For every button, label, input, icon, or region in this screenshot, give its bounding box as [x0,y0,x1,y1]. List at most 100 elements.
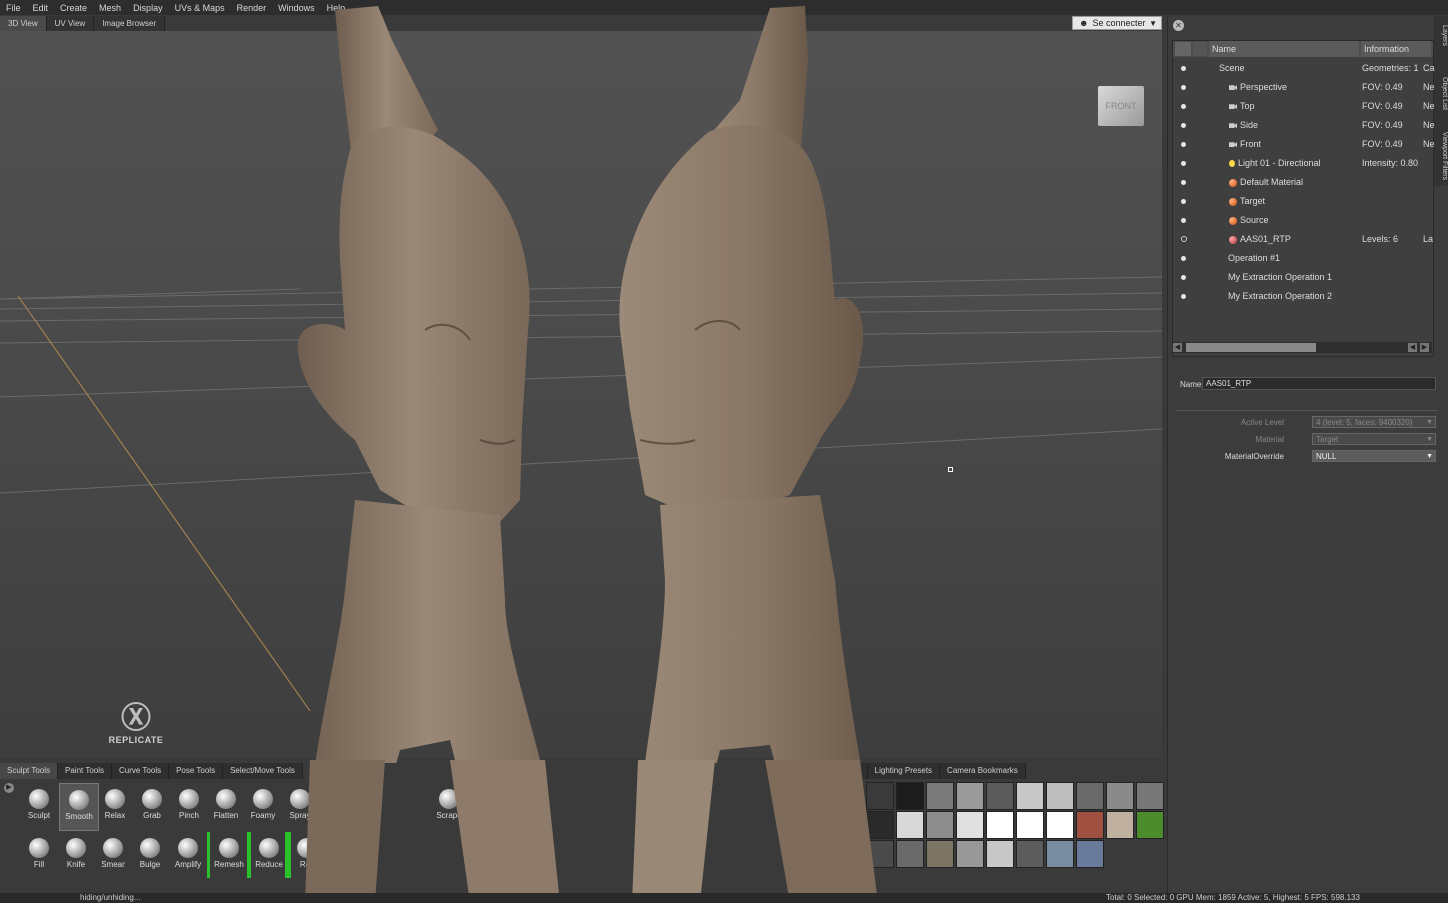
tab-lighting-presets[interactable]: Lighting Presets [867,763,941,779]
column-information[interactable]: Information [1361,41,1431,57]
tool-relax[interactable]: Relax [96,783,134,829]
object-list-scrollbar[interactable]: ◀ ◀ ▶ [1172,342,1432,353]
tool-scrape[interactable]: Scrape [430,783,468,829]
texture-swatch[interactable] [1136,811,1164,839]
visibility-icon[interactable] [1181,179,1186,185]
object-list-row[interactable]: Light 01 - Directional Intensity: 0.80 [1173,154,1431,172]
object-list-row[interactable]: Operation #1 [1173,249,1431,267]
tab-paint-tools[interactable]: Paint Tools [58,763,112,779]
texture-swatch[interactable] [956,782,984,810]
texture-swatch[interactable] [1046,811,1074,839]
texture-swatch[interactable] [1016,782,1044,810]
object-list-row[interactable]: Side FOV: 0.49 Ne [1173,116,1435,134]
texture-swatch[interactable] [956,840,984,868]
tool-spray[interactable]: Spray [281,783,319,829]
object-list-row[interactable]: Perspective FOV: 0.49 Ne [1173,78,1435,96]
texture-swatch[interactable] [1076,782,1104,810]
texture-swatch[interactable] [986,811,1014,839]
tool-foamy[interactable]: Foamy [244,783,282,829]
tab-select-move-tools[interactable]: Select/Move Tools [223,763,303,779]
texture-swatch[interactable] [866,840,894,868]
texture-swatch[interactable] [866,782,894,810]
visibility-icon[interactable] [1181,217,1186,223]
texture-swatch[interactable] [926,840,954,868]
material-select[interactable]: Target ▼ [1312,433,1436,445]
tab-camera-bookmarks[interactable]: Camera Bookmarks [940,763,1026,779]
texture-swatch[interactable] [1106,782,1134,810]
close-icon[interactable]: ✕ [1173,20,1184,31]
tool-refi[interactable]: Refi [285,832,329,878]
texture-swatch[interactable] [1076,811,1104,839]
tab-viewport-filters[interactable]: Viewport Filters [1434,126,1448,186]
tool-knife[interactable]: Knife [57,832,95,878]
texture-swatch[interactable] [1046,782,1074,810]
texture-swatch[interactable] [1016,811,1044,839]
object-list-row[interactable]: Scene Geometries: 1 Ca [1173,59,1435,77]
texture-swatch[interactable] [896,782,924,810]
object-list-row[interactable]: Target [1173,192,1431,210]
column-name[interactable]: Name [1209,41,1359,57]
object-list-row[interactable]: Source [1173,211,1431,229]
visibility-icon[interactable] [1181,274,1186,280]
lock-icon[interactable] [1193,42,1207,56]
texture-swatch[interactable] [986,782,1014,810]
tool-pinch[interactable]: Pinch [170,783,208,829]
object-list-row[interactable]: My Extraction Operation 1 [1173,268,1431,286]
active-level-select[interactable]: 4 (level: 5, faces: 9400320) ▼ [1312,416,1436,428]
name-field[interactable]: AAS01_RTP [1202,377,1436,390]
texture-swatch[interactable] [1016,840,1044,868]
object-list-row[interactable]: Default Material [1173,173,1431,191]
expand-icon[interactable]: ▶ [4,783,14,793]
eye-icon[interactable] [1175,42,1191,56]
visibility-icon[interactable] [1181,65,1186,71]
tool-smear[interactable]: Smear [94,832,132,878]
object-list-row[interactable]: My Extraction Operation 2 [1173,287,1431,305]
tool-smooth[interactable]: Smooth [59,783,99,831]
texture-swatch[interactable] [1106,811,1134,839]
visibility-icon[interactable] [1181,84,1186,90]
tab-layers[interactable]: Layers [1434,20,1448,52]
tab-curve-tools[interactable]: Curve Tools [112,763,170,779]
texture-swatch[interactable] [926,811,954,839]
visibility-icon[interactable] [1181,198,1186,204]
row-name: Operation #1 [1228,253,1280,263]
tool-sculpt[interactable]: Sculpt [20,783,58,829]
texture-swatch[interactable] [1076,840,1104,868]
tab-pose-tools[interactable]: Pose Tools [169,763,224,779]
visibility-icon[interactable] [1181,255,1186,261]
material-override-select[interactable]: NULL ▼ [1312,450,1436,462]
visibility-icon[interactable] [1181,122,1186,128]
object-list-row[interactable]: AAS01_RTP Levels: 6 La [1173,230,1433,248]
texture-swatch[interactable] [866,811,894,839]
row-name: Top [1229,101,1255,111]
visibility-icon[interactable] [1181,236,1187,242]
tool-bulge[interactable]: Bulge [131,832,169,878]
scroll-right-icon[interactable]: ▶ [1420,343,1429,352]
visibility-icon[interactable] [1181,293,1186,299]
texture-swatch[interactable] [956,811,984,839]
object-list-row[interactable]: Front FOV: 0.49 Ne [1173,135,1435,153]
visibility-icon[interactable] [1181,141,1186,147]
tool-fill[interactable]: Fill [20,832,58,878]
tab-ets[interactable]: ets [842,763,868,779]
texture-swatch[interactable] [896,840,924,868]
tool-remesh[interactable]: Remesh [207,832,251,878]
texture-swatch[interactable] [1136,782,1164,810]
tool-flatten[interactable]: Flatten [207,783,245,829]
tab-object-list[interactable]: Object List [1434,64,1448,124]
tool-amplify[interactable]: Amplify [169,832,207,878]
grab-icon [142,789,162,809]
scroll-left-icon-2[interactable]: ◀ [1408,343,1417,352]
texture-swatch[interactable] [896,811,924,839]
scroll-thumb[interactable] [1186,343,1316,352]
texture-swatch[interactable] [926,782,954,810]
visibility-icon[interactable] [1181,160,1186,166]
tool-grab[interactable]: Grab [133,783,171,829]
material-override-value: NULL [1316,452,1337,461]
object-list-row[interactable]: Top FOV: 0.49 Ne [1173,97,1435,115]
visibility-icon[interactable] [1181,103,1186,109]
texture-swatch[interactable] [1046,840,1074,868]
tab-sculpt-tools[interactable]: Sculpt Tools [0,763,58,779]
scroll-left-icon[interactable]: ◀ [1173,343,1182,352]
texture-swatch[interactable] [986,840,1014,868]
